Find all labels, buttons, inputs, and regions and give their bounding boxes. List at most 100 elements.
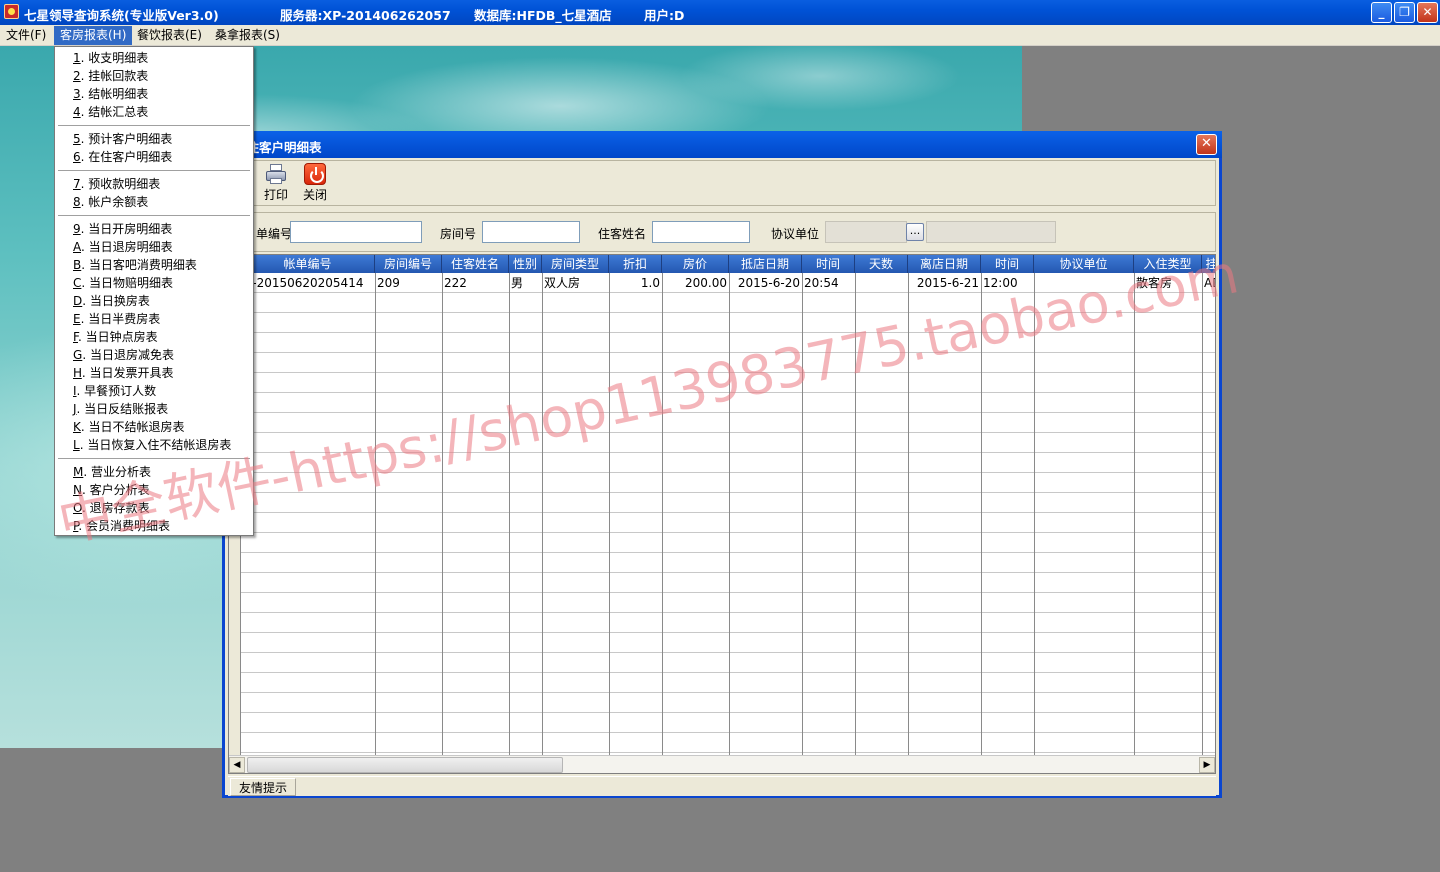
- cell-guest-name[interactable]: 222: [442, 274, 509, 292]
- cell-account-no[interactable]: D-20150620205414: [241, 274, 375, 292]
- menu-item-g[interactable]: G. 当日退房减免表: [73, 346, 174, 364]
- guest-data-grid[interactable]: 帐单编号 房间编号 住客姓名 性别 房间类型 折扣 房价 抵店日期 时间 天数 …: [228, 254, 1216, 774]
- col-header-room-rate[interactable]: 房价: [662, 255, 729, 273]
- menu-item-hotkey: B: [73, 258, 82, 272]
- menu-item-label: . 客户分析表: [81, 483, 150, 497]
- menu-item-label: . 预计客户明细表: [80, 132, 173, 146]
- menu-item-label: . 当日退房减免表: [82, 348, 174, 362]
- menu-item-label: . 当日发票开具表: [81, 366, 174, 380]
- menu-item-o[interactable]: O. 退房存款表: [73, 499, 150, 517]
- menu-item-label: . 收支明细表: [80, 51, 149, 65]
- cell-discount[interactable]: 1.0: [609, 274, 662, 292]
- menu-item-3[interactable]: 3. 结帐明细表: [73, 85, 148, 103]
- menu-item-h[interactable]: H. 当日发票开具表: [73, 364, 173, 382]
- cell-room-rate[interactable]: 200.00: [662, 274, 729, 292]
- cell-room-type[interactable]: 双人房: [542, 274, 609, 292]
- menu-sauna-reports[interactable]: 桑拿报表(S): [209, 26, 286, 45]
- print-label: 打印: [263, 188, 288, 202]
- menu-separator: [58, 458, 250, 460]
- scroll-thumb[interactable]: [247, 757, 563, 773]
- menu-item-f[interactable]: F. 当日钟点房表: [73, 328, 158, 346]
- menu-item-hotkey: A: [73, 240, 81, 254]
- menu-room-reports[interactable]: 客房报表(H): [54, 26, 133, 45]
- menu-item-n[interactable]: N. 客户分析表: [73, 481, 150, 499]
- menu-item-b[interactable]: B. 当日客吧消费明细表: [73, 256, 197, 274]
- guest-name-input[interactable]: [652, 221, 750, 243]
- database-info: 数据库:HFDB_七星酒店: [474, 8, 612, 23]
- menu-item-d[interactable]: D. 当日换房表: [73, 292, 150, 310]
- close-toolbar-button[interactable]: 关闭: [297, 163, 333, 203]
- print-button[interactable]: 打印: [258, 163, 294, 203]
- menu-item-p[interactable]: P. 会员消费明细表: [73, 517, 170, 535]
- room-no-input[interactable]: [482, 221, 580, 243]
- menu-item-k[interactable]: K. 当日不结帐退房表: [73, 418, 185, 436]
- menu-item-8[interactable]: 8. 帐户余额表: [73, 193, 148, 211]
- cell-checkin-type[interactable]: 散客房: [1134, 274, 1202, 292]
- col-header-agreement-unit[interactable]: 协议单位: [1034, 255, 1134, 273]
- agreement-unit-code-input[interactable]: [825, 221, 907, 243]
- menu-item-2[interactable]: 2. 挂帐回款表: [73, 67, 148, 85]
- cell-extra[interactable]: AD: [1202, 274, 1215, 292]
- cell-arrival-time[interactable]: 20:54: [802, 274, 855, 292]
- agreement-unit-label: 协议单位: [771, 227, 820, 241]
- menu-item-7[interactable]: 7. 预收款明细表: [73, 175, 160, 193]
- agreement-unit-browse-button[interactable]: ...: [906, 223, 924, 241]
- horizontal-scrollbar[interactable]: ◀ ▶: [229, 755, 1215, 773]
- cell-arrival-date[interactable]: 2015-6-20: [729, 274, 802, 292]
- col-header-departure-time[interactable]: 时间: [981, 255, 1034, 273]
- cell-agreement-unit[interactable]: [1034, 274, 1134, 292]
- menu-item-4[interactable]: 4. 结帐汇总表: [73, 103, 148, 121]
- menu-item-hotkey: E: [73, 312, 81, 326]
- menu-item-hotkey: M: [73, 465, 84, 479]
- menu-item-e[interactable]: E. 当日半费房表: [73, 310, 160, 328]
- menu-item-5[interactable]: 5. 预计客户明细表: [73, 130, 172, 148]
- menu-dining-reports[interactable]: 餐饮报表(E): [131, 26, 208, 45]
- account-no-input[interactable]: [290, 221, 422, 243]
- menu-item-9[interactable]: 9. 当日开房明细表: [73, 220, 172, 238]
- menu-item-hotkey: O: [73, 501, 82, 515]
- col-header-room-no[interactable]: 房间编号: [375, 255, 442, 273]
- cell-days[interactable]: [855, 274, 908, 292]
- menu-item-hotkey: G: [73, 348, 83, 362]
- menu-bar: 文件(F) 客房报表(H) 餐饮报表(E) 桑拿报表(S): [0, 25, 1440, 46]
- scroll-right-arrow-icon[interactable]: ▶: [1199, 757, 1215, 773]
- cell-room-no[interactable]: 209: [375, 274, 442, 292]
- col-header-extra[interactable]: 挂: [1202, 255, 1215, 273]
- col-header-arrival-date[interactable]: 抵店日期: [729, 255, 802, 273]
- menu-item-label: . 当日不结帐退房表: [80, 420, 185, 434]
- menu-item-6[interactable]: 6. 在住客户明细表: [73, 148, 172, 166]
- col-header-arrival-time[interactable]: 时间: [802, 255, 855, 273]
- col-header-gender[interactable]: 性别: [509, 255, 542, 273]
- minimize-button[interactable]: _: [1371, 2, 1392, 23]
- col-header-departure-date[interactable]: 离店日期: [908, 255, 981, 273]
- col-header-guest-name[interactable]: 住客姓名: [442, 255, 509, 273]
- menu-file[interactable]: 文件(F): [0, 26, 52, 45]
- menu-item-label: . 结帐汇总表: [80, 105, 149, 119]
- child-close-button[interactable]: ✕: [1196, 134, 1217, 155]
- menu-item-a[interactable]: A. 当日退房明细表: [73, 238, 173, 256]
- menu-item-i[interactable]: I. 早餐预订人数: [73, 382, 156, 400]
- user-info: 用户:D: [644, 8, 685, 23]
- col-header-discount[interactable]: 折扣: [609, 255, 662, 273]
- menu-item-m[interactable]: M. 营业分析表: [73, 463, 151, 481]
- menu-separator: [58, 125, 250, 127]
- restore-button[interactable]: ❐: [1394, 2, 1415, 23]
- col-header-checkin-type[interactable]: 入住类型: [1134, 255, 1202, 273]
- menu-item-label: . 预收款明细表: [80, 177, 161, 191]
- close-button[interactable]: ✕: [1417, 2, 1438, 23]
- col-header-room-type[interactable]: 房间类型: [542, 255, 609, 273]
- menu-separator: [58, 215, 250, 217]
- menu-item-1[interactable]: 1. 收支明细表: [73, 49, 148, 67]
- cell-departure-time[interactable]: 12:00: [981, 274, 1034, 292]
- menu-item-hotkey: 4: [73, 105, 81, 119]
- menu-item-c[interactable]: C. 当日物赔明细表: [73, 274, 173, 292]
- menu-item-label: . 帐户余额表: [80, 195, 149, 209]
- cell-gender[interactable]: 男: [509, 274, 542, 292]
- col-header-days[interactable]: 天数: [855, 255, 908, 273]
- cell-departure-date[interactable]: 2015-6-21: [908, 274, 981, 292]
- scroll-left-arrow-icon[interactable]: ◀: [229, 757, 245, 773]
- menu-item-l[interactable]: L. 当日恢复入住不结帐退房表: [73, 436, 231, 454]
- col-header-account-no[interactable]: 帐单编号: [241, 255, 375, 273]
- guest-name-label: 住客姓名: [598, 227, 647, 241]
- menu-item-j[interactable]: J. 当日反结账报表: [73, 400, 168, 418]
